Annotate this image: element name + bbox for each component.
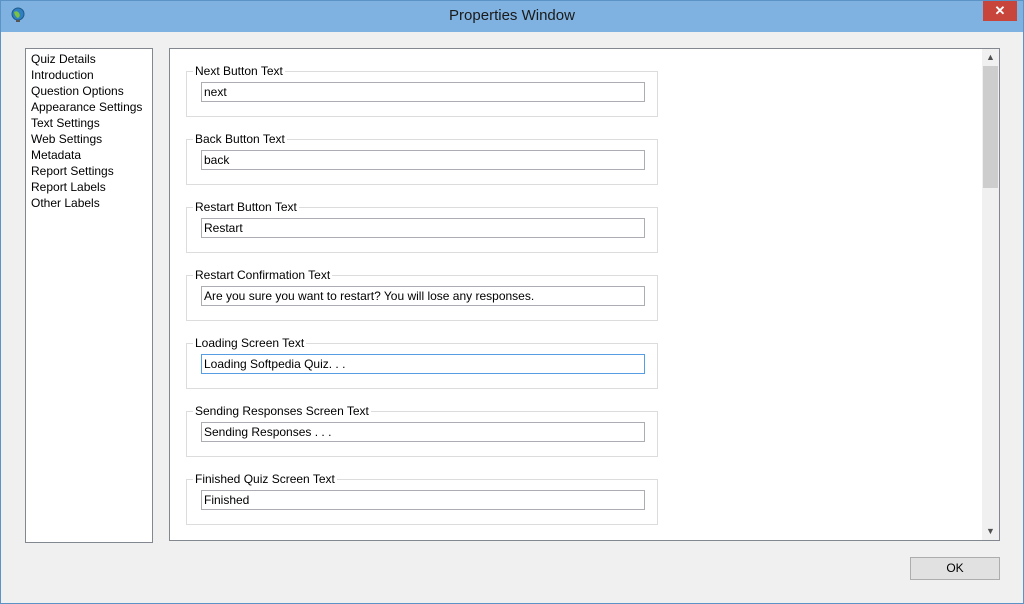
group-label: Restart Confirmation Text xyxy=(193,268,333,282)
sending-responses-screen-text-field[interactable] xyxy=(201,422,645,442)
nav-item-quiz-details[interactable]: Quiz Details xyxy=(26,51,152,67)
nav-item-report-labels[interactable]: Report Labels xyxy=(26,179,152,195)
group-label: Finished Quiz Screen Text xyxy=(193,472,337,486)
finished-quiz-screen-text-field[interactable] xyxy=(201,490,645,510)
restart-confirmation-text-field[interactable] xyxy=(201,286,645,306)
properties-panel: Next Button Text Back Button Text Restar… xyxy=(169,48,1000,541)
chevron-down-icon: ▼ xyxy=(986,526,995,536)
scroll-thumb[interactable] xyxy=(983,66,998,188)
nav-item-question-options[interactable]: Question Options xyxy=(26,83,152,99)
back-button-text-field[interactable] xyxy=(201,150,645,170)
nav-item-metadata[interactable]: Metadata xyxy=(26,147,152,163)
nav-item-text-settings[interactable]: Text Settings xyxy=(26,115,152,131)
restart-button-text-group: Restart Button Text xyxy=(186,200,658,253)
nav-item-web-settings[interactable]: Web Settings xyxy=(26,131,152,147)
ok-button[interactable]: OK xyxy=(910,557,1000,580)
group-label: Next Button Text xyxy=(193,64,285,78)
group-label: Loading Screen Text xyxy=(193,336,307,350)
restart-confirmation-text-group: Restart Confirmation Text xyxy=(186,268,658,321)
nav-item-appearance-settings[interactable]: Appearance Settings xyxy=(26,99,152,115)
scroll-up-button[interactable]: ▲ xyxy=(982,49,999,66)
restart-button-text-field[interactable] xyxy=(201,218,645,238)
close-button[interactable]: ✕ xyxy=(983,1,1017,21)
close-icon: ✕ xyxy=(994,3,1006,18)
properties-window: Properties Window ✕ Quiz Details Introdu… xyxy=(0,0,1024,604)
nav-item-report-settings[interactable]: Report Settings xyxy=(26,163,152,179)
loading-screen-text-group: Loading Screen Text xyxy=(186,336,658,389)
window-title: Properties Window xyxy=(449,7,575,24)
nav-item-introduction[interactable]: Introduction xyxy=(26,67,152,83)
group-label: Back Button Text xyxy=(193,132,287,146)
next-button-text-group: Next Button Text xyxy=(186,64,658,117)
nav-item-other-labels[interactable]: Other Labels xyxy=(26,195,152,211)
scroll-down-button[interactable]: ▼ xyxy=(982,523,999,540)
next-button-text-field[interactable] xyxy=(201,82,645,102)
settings-nav-list: Quiz Details Introduction Question Optio… xyxy=(25,48,153,543)
window-content: Quiz Details Introduction Question Optio… xyxy=(8,32,1016,595)
group-label: Sending Responses Screen Text xyxy=(193,404,371,418)
sending-responses-screen-text-group: Sending Responses Screen Text xyxy=(186,404,658,457)
finished-quiz-screen-text-group: Finished Quiz Screen Text xyxy=(186,472,658,525)
back-button-text-group: Back Button Text xyxy=(186,132,658,185)
group-label: Restart Button Text xyxy=(193,200,299,214)
vertical-scrollbar[interactable]: ▲ ▼ xyxy=(982,49,999,540)
chevron-up-icon: ▲ xyxy=(986,52,995,62)
title-bar[interactable]: Properties Window ✕ xyxy=(1,1,1023,32)
loading-screen-text-field[interactable] xyxy=(201,354,645,374)
